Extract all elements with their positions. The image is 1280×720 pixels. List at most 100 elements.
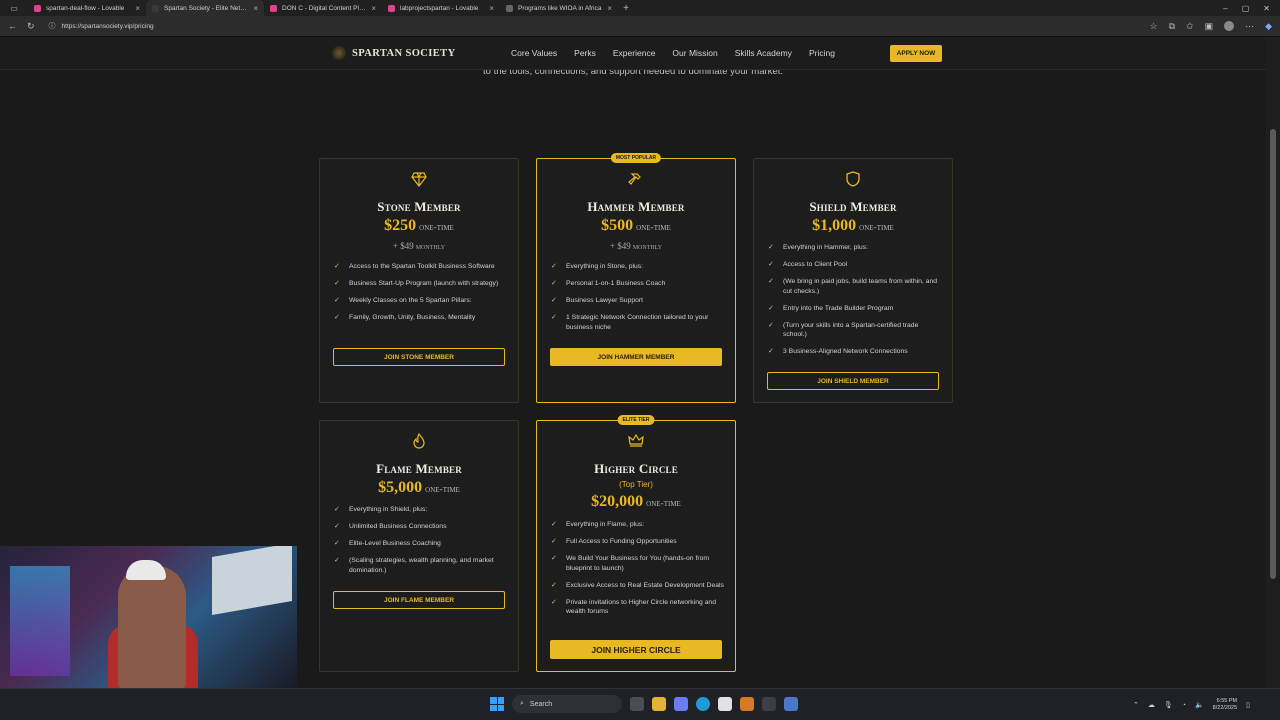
favorites-icon[interactable]: ✩: [1186, 21, 1194, 32]
tab-title: spartan-deal-flow - Lovable: [46, 4, 125, 12]
join-button[interactable]: JOIN STONE MEMBER: [333, 348, 505, 366]
profile-avatar[interactable]: [1224, 21, 1235, 31]
new-tab-button[interactable]: +: [618, 3, 634, 14]
check-icon: ✓: [551, 280, 557, 287]
join-button[interactable]: JOIN SHIELD MEMBER: [767, 372, 939, 390]
feature-item: ✓ Everything in Flame, plus:: [551, 520, 725, 530]
tray-chevron-icon[interactable]: ⌃: [1133, 701, 1139, 709]
mic-icon[interactable]: 🎙: [1164, 701, 1173, 709]
check-icon: ✓: [334, 263, 340, 270]
page-scrollbar[interactable]: [1266, 37, 1280, 688]
tab-title: labprojectspartan - Lovable: [400, 4, 479, 12]
windows-taskbar: ⌕ Search ⌃ ☁ 🎙 ◔ 🔈 6:55 PM 8/22/2025 ▯: [0, 688, 1280, 720]
plan-price: $20,000 one-time: [537, 493, 735, 511]
window-menu-icon[interactable]: ▭: [0, 0, 28, 16]
check-icon: ✓: [768, 304, 774, 312]
feature-item: ✓ Everything in Stone, plus:: [551, 262, 725, 272]
monthly-amount: + $49: [392, 241, 414, 251]
browser-tab[interactable]: Spartan Society - Elite Networking ×: [146, 0, 264, 16]
check-icon: ✓: [334, 540, 340, 547]
price-unit: one-time: [425, 485, 460, 495]
extensions-icon[interactable]: ⧉: [1169, 21, 1175, 32]
brand-name: SPARTAN SOCIETY: [352, 47, 456, 59]
plan-card-higher-circle: ELITE TIER Higher Circle (Top Tier) $20,000…: [536, 415, 736, 672]
taskbar-search[interactable]: ⌕ Search: [512, 695, 622, 713]
tab-title: Spartan Society - Elite Networking: [164, 4, 249, 12]
monthly-unit: monthly: [415, 242, 446, 251]
tab-favicon-icon: [506, 4, 513, 12]
nav-link-perks[interactable]: Perks: [574, 48, 596, 58]
calculator-icon[interactable]: [762, 697, 776, 711]
wifi-icon[interactable]: ◔: [1182, 702, 1186, 709]
feature-item: ✓ Entry into the Trade Builder Program: [768, 304, 942, 314]
notifications-icon[interactable]: ▯: [1246, 701, 1250, 709]
join-button[interactable]: JOIN HAMMER MEMBER: [550, 348, 722, 366]
more-menu-icon[interactable]: ⋯: [1245, 21, 1254, 32]
check-icon: ✓: [551, 581, 557, 589]
close-window-icon[interactable]: ✕: [1263, 4, 1270, 13]
feature-list: ✓ Everything in Stone, plus: ✓ Personal 1-o…: [551, 262, 725, 340]
site-info-icon[interactable]: ⓘ: [49, 21, 56, 31]
copilot-icon[interactable]: ◆: [1265, 21, 1272, 32]
bookmark-star-icon[interactable]: ☆: [1150, 21, 1158, 32]
browser-tabbar: ▭ spartan-deal-flow - Lovable × Spartan …: [0, 0, 1280, 16]
feature-list: ✓ Everything in Hammer, plus: ✓ Access to C…: [768, 243, 942, 364]
price-amount: $20,000: [591, 493, 644, 510]
tab-favicon-icon: [388, 4, 395, 12]
browser-tab[interactable]: Programs like WIOA in Africa ×: [500, 0, 618, 16]
check-icon: ✓: [551, 598, 557, 606]
nav-link-pricing[interactable]: Pricing: [809, 48, 835, 58]
tab-close-icon[interactable]: ×: [489, 4, 494, 13]
minimize-icon[interactable]: –: [1223, 4, 1227, 13]
browser-tab[interactable]: DON C - Digital Content Platform ×: [264, 0, 382, 16]
check-icon: ✓: [768, 244, 774, 251]
taskbar-clock[interactable]: 6:55 PM 8/22/2025: [1213, 698, 1237, 712]
maximize-icon[interactable]: ▢: [1242, 4, 1250, 13]
price-amount: $1,000: [812, 217, 857, 234]
brand[interactable]: SPARTAN SOCIETY: [332, 46, 456, 60]
feature-item: ✓ Everything in Hammer, plus:: [768, 243, 942, 253]
join-button[interactable]: JOIN FLAME MEMBER: [333, 591, 505, 609]
file-explorer-icon[interactable]: [652, 697, 666, 711]
tab-close-icon[interactable]: ×: [371, 4, 376, 13]
check-icon: ✓: [768, 348, 774, 355]
cloud-icon[interactable]: ☁: [1148, 701, 1155, 709]
feature-item: ✓ Access to Client Pool: [768, 260, 942, 270]
url-field[interactable]: ⓘ https://spartansociety.vip/pricing: [45, 18, 1140, 34]
browser-tab[interactable]: spartan-deal-flow - Lovable ×: [28, 0, 146, 16]
plan-card-hammer-member: MOST POPULAR Hammer Member $500 one-time + $…: [536, 153, 736, 403]
tab-close-icon[interactable]: ×: [253, 4, 258, 13]
back-icon[interactable]: ←: [8, 21, 17, 31]
check-icon: ✓: [334, 523, 340, 530]
browser-tab[interactable]: labprojectspartan - Lovable ×: [382, 0, 500, 16]
nav-link-skills-academy[interactable]: Skills Academy: [735, 48, 792, 58]
active-app-icon[interactable]: [784, 697, 798, 711]
tab-close-icon[interactable]: ×: [135, 4, 140, 13]
nav-link-core-values[interactable]: Core Values: [511, 48, 557, 58]
join-button[interactable]: JOIN HIGHER CIRCLE: [550, 640, 722, 659]
check-icon: ✓: [334, 280, 340, 287]
store-icon[interactable]: [718, 697, 732, 711]
reload-icon[interactable]: ↻: [27, 21, 35, 32]
feature-text: Full Access to Funding Opportunities: [566, 538, 677, 545]
nav-link-experience[interactable]: Experience: [613, 48, 656, 58]
collections-icon[interactable]: ▣: [1205, 21, 1214, 32]
plan-name: Stone Member: [377, 199, 461, 214]
start-button[interactable]: [490, 697, 504, 711]
taskview-icon[interactable]: [630, 697, 644, 711]
nav-link-our-mission[interactable]: Our Mission: [672, 48, 717, 58]
search-icon: ⌕: [520, 700, 524, 707]
feature-list: ✓ Access to the Spartan Toolkit Business …: [334, 262, 508, 330]
tab-close-icon[interactable]: ×: [607, 4, 612, 13]
volume-icon[interactable]: 🔈: [1195, 701, 1204, 709]
apply-now-button[interactable]: APPLY NOW: [890, 45, 942, 62]
feature-text: Exclusive Access to Real Estate Developm…: [566, 581, 724, 589]
feature-text: (We bring in paid jobs, build teams from…: [783, 278, 938, 295]
tab-favicon-icon: [270, 4, 277, 12]
scrollbar-thumb[interactable]: [1270, 129, 1276, 579]
copilot-taskbar-icon[interactable]: [674, 697, 688, 711]
edge-icon[interactable]: [696, 697, 710, 711]
monthly-amount: + $49: [609, 241, 631, 251]
plan-card-flame-member: Flame Member $5,000 one-time ✓ Everything in…: [319, 420, 519, 672]
app-icon[interactable]: [740, 697, 754, 711]
